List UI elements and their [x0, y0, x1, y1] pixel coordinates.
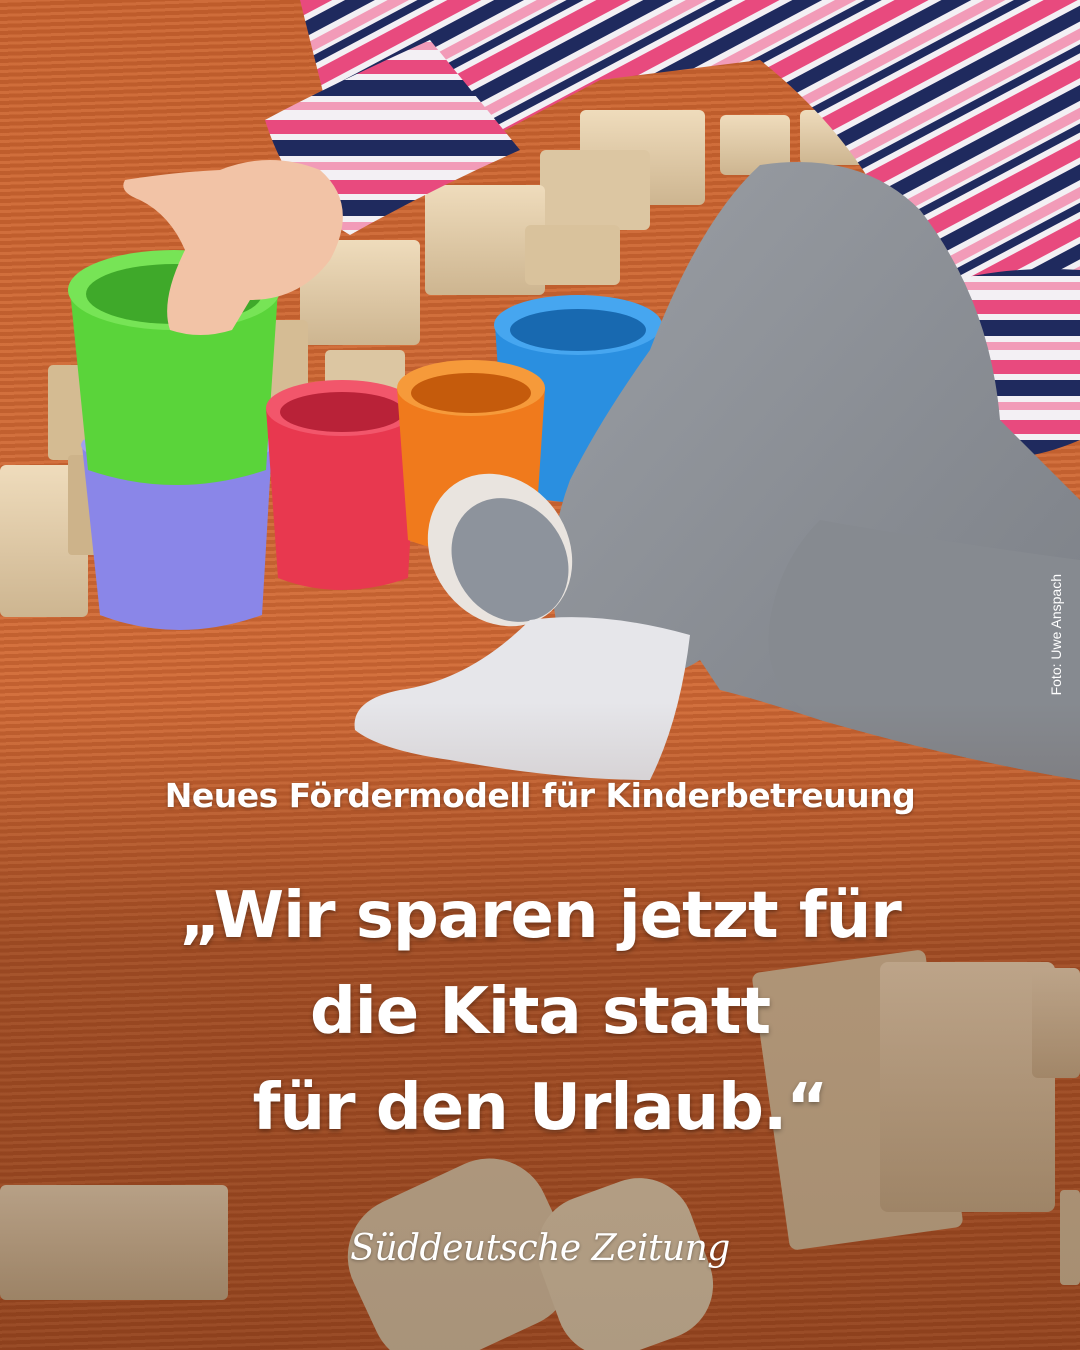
sueddeutsche-zeitung-logo: Süddeutsche Zeitung — [350, 1228, 730, 1269]
headline-line: für den Urlaub.“ — [252, 1071, 829, 1145]
white-sock — [354, 617, 690, 780]
stacking-cup-red — [266, 380, 418, 590]
kicker-topic: Neues Fördermodell für Kinderbetreuung — [164, 776, 916, 815]
headline-quote: „Wir sparen jetzt für die Kita statt für… — [40, 868, 1040, 1156]
headline-line: die Kita statt — [309, 975, 771, 1049]
headline-line: „Wir sparen jetzt für — [179, 879, 902, 953]
social-post-card: Foto: Uwe Anspach Neues Fördermodell für… — [0, 0, 1080, 1350]
photo-credit: Foto: Uwe Anspach — [1048, 574, 1064, 696]
